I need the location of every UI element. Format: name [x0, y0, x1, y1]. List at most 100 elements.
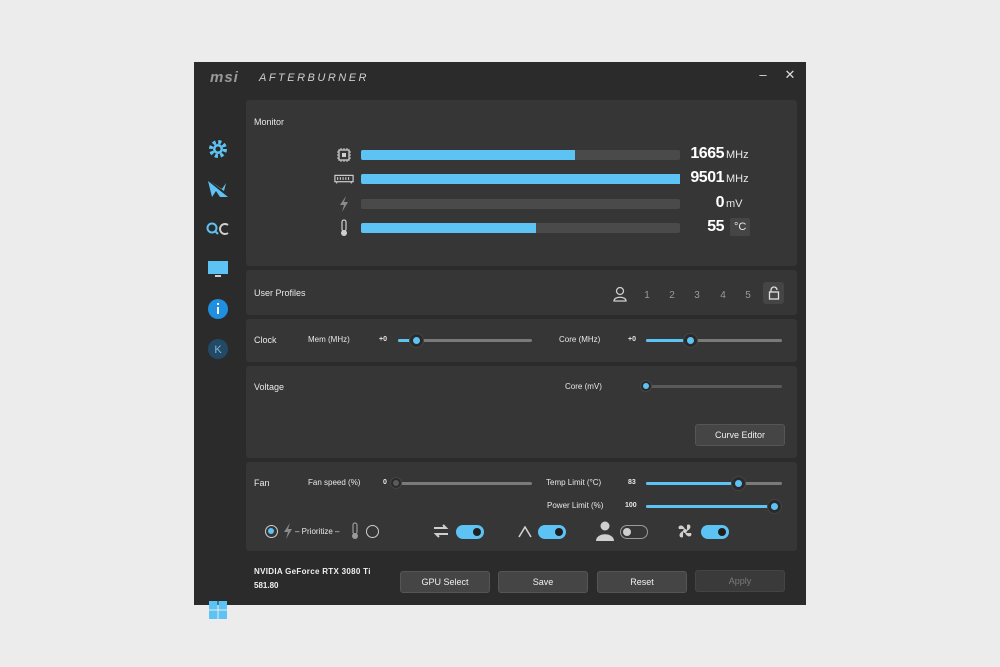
monitor-bar-fill	[361, 174, 680, 184]
fan-speed-slider-knob[interactable]	[391, 478, 401, 488]
reset-button[interactable]: Reset	[597, 571, 687, 593]
power-limit-slider-knob[interactable]	[767, 500, 781, 513]
mem-clock-slider-knob[interactable]	[410, 334, 424, 347]
fan-title: Fan	[254, 478, 270, 488]
profile-5-button[interactable]: 5	[739, 287, 757, 305]
user-icon	[596, 521, 614, 546]
monitor-unit: MHz	[726, 173, 749, 185]
fan-speed-label: Fan speed (%)	[308, 478, 361, 487]
power-limit-label: Power Limit (%)	[547, 501, 604, 510]
save-button[interactable]: Save	[498, 571, 588, 593]
monitor-bar	[361, 223, 680, 233]
temp-limit-label: Temp Limit (°C)	[546, 478, 602, 487]
fan-icon	[676, 522, 694, 545]
core-clock-slider[interactable]	[646, 334, 782, 347]
memory-module-icon	[334, 171, 354, 187]
msi-logo: msi	[210, 69, 239, 86]
windows-icon[interactable]	[206, 598, 230, 622]
temp-limit-slider[interactable]	[646, 477, 782, 490]
gpu-name: NVIDIA GeForce RTX 3080 Ti	[254, 567, 371, 576]
settings-gear-icon[interactable]	[206, 137, 230, 161]
fan-auto-toggle[interactable]	[701, 525, 729, 539]
clock-panel: Clock Mem (MHz) +0 Core (MHz) +0	[246, 319, 797, 362]
profile-user-icon[interactable]	[613, 286, 627, 307]
profile-4-button[interactable]: 4	[714, 287, 732, 305]
curve-editor-button[interactable]: Curve Editor	[695, 424, 785, 446]
k-icon-label: K	[214, 344, 222, 356]
user-profiles-panel: User Profiles 1 2 3 4 5	[246, 270, 797, 315]
monitor-panel: Monitor 1665 MHz 9501 MHz 0 mV 55 °C	[246, 100, 797, 266]
monitor-value: 0	[715, 194, 725, 211]
lightning-icon	[283, 523, 293, 544]
core-voltage-label: Core (mV)	[565, 382, 602, 391]
monitor-value: 55	[707, 218, 724, 235]
monitor-bar	[361, 150, 680, 160]
power-limit-slider-fill	[646, 505, 774, 508]
profile-1-button[interactable]: 1	[638, 287, 656, 305]
afterburner-window: msi AFTERBURNER – ✕ K Monitor 1665 MHz 950…	[194, 62, 806, 619]
sync-arrows-icon	[432, 523, 450, 544]
monitor-icon[interactable]	[206, 257, 230, 281]
lightning-icon	[334, 196, 354, 212]
prioritize-power-radio[interactable]	[265, 525, 278, 538]
temp-limit-value: 83	[628, 479, 636, 486]
fan-panel: Fan Fan speed (%) 0 Temp Limit (°C) 83 P…	[246, 462, 797, 551]
monitor-bar-fill	[361, 223, 537, 233]
gpu-select-button[interactable]: GPU Select	[400, 571, 490, 593]
auto-toggle-dot	[555, 528, 563, 536]
title-bar[interactable]: msi AFTERBURNER – ✕	[194, 62, 806, 92]
core-voltage-slider[interactable]	[641, 381, 782, 391]
clock-title: Clock	[254, 335, 277, 345]
close-button[interactable]: ✕	[777, 65, 803, 85]
thermometer-icon	[350, 522, 360, 545]
thermometer-icon	[334, 219, 354, 236]
power-limit-value: 100	[625, 502, 637, 509]
voltage-title: Voltage	[254, 382, 285, 392]
temp-limit-slider-knob[interactable]	[731, 477, 745, 490]
profile-2-button[interactable]: 2	[663, 287, 681, 305]
auto-toggle[interactable]	[538, 525, 566, 539]
gpu-chip-icon	[334, 147, 354, 163]
prioritize-label: – Prioritize –	[295, 527, 340, 536]
voltage-panel: Voltage Core (mV) Curve Editor	[246, 366, 797, 458]
dragon-icon[interactable]	[206, 177, 230, 201]
k-icon[interactable]: K	[206, 337, 230, 361]
mem-clock-value: +0	[379, 336, 387, 343]
apply-button[interactable]: Apply	[695, 570, 785, 592]
fan-auto-toggle-dot	[718, 528, 726, 536]
auto-a-icon	[518, 525, 532, 543]
monitor-unit: °C	[730, 218, 751, 236]
mem-clock-label: Mem (MHz)	[308, 335, 350, 344]
sync-toggle-dot	[473, 528, 481, 536]
prioritize-temp-radio[interactable]	[366, 525, 379, 538]
sync-toggle[interactable]	[456, 525, 484, 539]
info-icon[interactable]	[206, 297, 230, 321]
monitor-unit: MHz	[726, 149, 749, 161]
power-limit-slider[interactable]	[646, 500, 781, 513]
fan-speed-slider[interactable]	[391, 478, 532, 488]
monitor-value: 1665	[690, 145, 724, 162]
fan-speed-value: 0	[383, 479, 387, 486]
monitor-bar	[361, 174, 680, 184]
monitor-unit: mV	[726, 198, 743, 210]
profile-lock-icon[interactable]	[763, 282, 784, 304]
monitor-bar-fill	[361, 150, 575, 160]
user-toggle[interactable]	[620, 525, 648, 539]
minimize-button[interactable]: –	[750, 65, 776, 85]
driver-version: 581.80	[254, 581, 279, 590]
temp-limit-slider-fill	[646, 482, 739, 485]
monitor-value: 9501	[690, 169, 724, 186]
oc-scanner-icon[interactable]	[206, 217, 230, 241]
profile-3-button[interactable]: 3	[688, 287, 706, 305]
user-toggle-dot	[623, 527, 631, 536]
user-profiles-title: User Profiles	[254, 288, 306, 298]
app-title: AFTERBURNER	[259, 72, 370, 84]
mem-clock-slider[interactable]	[398, 334, 532, 347]
core-voltage-slider-knob[interactable]	[641, 381, 651, 391]
core-clock-label: Core (MHz)	[559, 335, 601, 344]
monitor-bar	[361, 199, 680, 209]
sidebar: K	[194, 92, 240, 619]
core-clock-value: +0	[628, 336, 636, 343]
monitor-title: Monitor	[254, 117, 285, 127]
core-clock-slider-knob[interactable]	[684, 334, 698, 347]
